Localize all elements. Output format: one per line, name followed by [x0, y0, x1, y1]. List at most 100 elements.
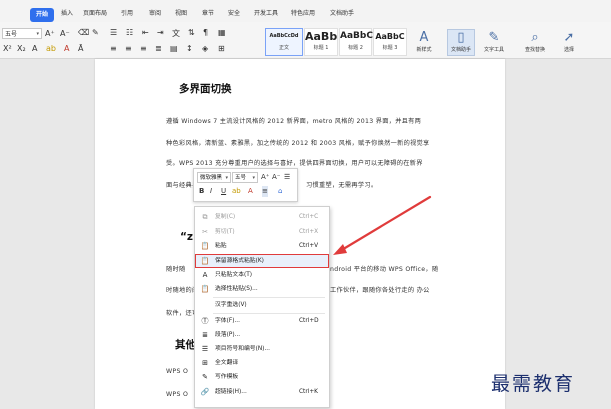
- align-right-icon[interactable]: ≡: [140, 44, 147, 53]
- tab-developer[interactable]: 开发工具: [254, 7, 278, 21]
- font-icon: Ⓣ: [201, 317, 209, 325]
- phonetic-icon[interactable]: ✎: [92, 28, 99, 37]
- justify-icon[interactable]: ≣: [155, 44, 162, 53]
- body-line: WPS O: [166, 391, 189, 398]
- menu-item-writing-template[interactable]: ✎ 写作模板: [195, 370, 329, 384]
- style-heading-3[interactable]: AaBbC 标题 3: [373, 28, 407, 56]
- ribbon-tabs: 开始 插入 页面布局 引用 审阅 视图 章节 安全 开发工具 特色应用 文档助手: [0, 0, 611, 22]
- paste-icon: 📋: [200, 242, 210, 250]
- body-line: 种色彩风格，清新蓝、素雅黑，加之传统的 2012 和 2003 风格，赋予你焕然…: [166, 140, 430, 147]
- number-list-icon[interactable]: ☷: [126, 28, 133, 37]
- style-heading-2[interactable]: AaBbC 标题 2: [339, 28, 373, 56]
- menu-item-reconvert[interactable]: 汉字重选(V): [195, 298, 329, 312]
- new-style-icon: A: [419, 30, 429, 45]
- table-icon[interactable]: ▦: [218, 28, 226, 37]
- bold-button[interactable]: B: [199, 186, 204, 197]
- font-color-icon[interactable]: A: [64, 44, 69, 53]
- floating-format-toolbar: 微软雅黑 ▾ 五号 ▾ A⁺ A⁻ ☰ B I U ab A ≡ ⌂: [193, 168, 298, 202]
- search-icon: ⌕: [531, 30, 539, 45]
- line-spacing-icon[interactable]: ↕: [186, 44, 193, 53]
- font-size-value: 五号: [5, 31, 18, 38]
- style-normal[interactable]: AaBbCcDd 正文: [265, 28, 303, 56]
- menu-item-paste[interactable]: 📋 粘贴 Ctrl+V: [195, 239, 329, 253]
- copy-icon: ⧉: [202, 213, 208, 221]
- tab-special-apps[interactable]: 特色应用: [291, 7, 315, 21]
- tab-review[interactable]: 审阅: [149, 7, 161, 21]
- show-marks-icon[interactable]: ¶: [203, 28, 208, 37]
- mini-font-select[interactable]: 微软雅黑 ▾: [197, 172, 231, 183]
- decrease-indent-icon[interactable]: ⇤: [142, 28, 149, 37]
- menu-item-translate[interactable]: ⊞ 全文翻译: [195, 356, 329, 370]
- select-button[interactable]: ➚ 选择: [556, 30, 582, 54]
- body-line: 受。WPS 2013 充分尊重用户的选择与喜好，提供四界面切换，用户可以无障碍的…: [166, 160, 423, 167]
- grow-font-button[interactable]: A⁺: [45, 29, 55, 38]
- clear-format-icon[interactable]: ⌫: [78, 28, 89, 37]
- watermark-logo: 最需教育: [491, 373, 576, 395]
- menu-item-paste-text-only[interactable]: A 只粘贴文本(T): [195, 268, 329, 282]
- format-painter-icon[interactable]: ⌂: [278, 186, 282, 197]
- cursor-icon: ➚: [563, 30, 575, 45]
- menu-item-cut[interactable]: ✂ 剪切(T) Ctrl+X: [195, 225, 329, 239]
- body-line: 工作伙伴，跟随你各处行走的 办公: [330, 287, 430, 294]
- subscript-icon[interactable]: X₂: [17, 44, 26, 53]
- italic-button[interactable]: I: [210, 186, 212, 197]
- menu-item-paste-special[interactable]: 📋 选择性粘贴(S)...: [195, 282, 329, 296]
- template-icon: ✎: [202, 373, 208, 381]
- highlight-button[interactable]: ab: [232, 186, 241, 197]
- sort-icon[interactable]: ⇅: [188, 28, 195, 37]
- ribbon-toolbar: 开始 插入 页面布局 引用 审阅 视图 章节 安全 开发工具 特色应用 文档助手…: [0, 0, 611, 59]
- align-left-icon[interactable]: ≡: [110, 44, 117, 53]
- menu-item-hyperlink[interactable]: 🔗 超链接(H)... Ctrl+K: [195, 385, 329, 399]
- translate-icon: ⊞: [202, 359, 208, 367]
- superscript-icon[interactable]: X²: [3, 44, 12, 53]
- paste-special-icon: 📋: [200, 285, 210, 293]
- tab-doc-assistant[interactable]: 文档助手: [330, 7, 354, 21]
- tab-page-layout[interactable]: 页面布局: [83, 7, 107, 21]
- heading-multi-interface: 多界面切换: [179, 83, 232, 95]
- paragraph-icon: ≣: [202, 331, 208, 339]
- text-tools-icon: ✎: [488, 30, 500, 45]
- menu-item-paste-keep-format[interactable]: 📋 保留源格式粘贴(K): [195, 254, 329, 268]
- chevron-down-icon: ▾: [252, 175, 255, 181]
- menu-item-bullets-numbering[interactable]: ☰ 项目符号和编号(N)...: [195, 342, 329, 356]
- tab-home[interactable]: 开始: [30, 8, 55, 22]
- menu-item-paragraph[interactable]: ≣ 段落(P)...: [195, 328, 329, 342]
- shading-icon[interactable]: ◈: [202, 44, 208, 53]
- text-effect-icon[interactable]: A: [32, 44, 37, 53]
- increase-indent-icon[interactable]: ⇥: [157, 28, 164, 37]
- style-heading-1[interactable]: AaBb 标题 1: [304, 28, 338, 56]
- highlight-color-icon[interactable]: ab: [46, 44, 56, 53]
- font-color-button[interactable]: A: [248, 186, 253, 197]
- body-line: 随时随: [166, 266, 186, 273]
- text-tools-button[interactable]: ✎ 文字工具: [479, 30, 509, 54]
- menu-item-font[interactable]: Ⓣ 字体(F)... Ctrl+D: [195, 314, 329, 328]
- tab-chapter[interactable]: 章节: [202, 7, 214, 21]
- tab-references[interactable]: 引用: [121, 7, 133, 21]
- underline-button[interactable]: U: [221, 186, 226, 197]
- align-center-icon[interactable]: ≡: [125, 44, 132, 53]
- body-line: WPS O: [166, 368, 189, 375]
- context-menu: ⧉ 复制(C) Ctrl+C ✂ 剪切(T) Ctrl+X 📋 粘贴 Ctrl+…: [194, 206, 330, 408]
- menu-item-copy[interactable]: ⧉ 复制(C) Ctrl+C: [195, 210, 329, 224]
- font-size-select[interactable]: 五号 ▾: [2, 28, 42, 39]
- tab-insert[interactable]: 插入: [61, 7, 73, 21]
- find-replace-button[interactable]: ⌕ 查找替换: [520, 30, 550, 54]
- mini-list-icon[interactable]: ☰: [284, 172, 290, 183]
- hyperlink-icon: 🔗: [200, 388, 210, 396]
- bullets-icon: ☰: [201, 345, 209, 353]
- distribute-icon[interactable]: ▤: [170, 44, 178, 53]
- bullet-list-icon[interactable]: ☰: [110, 28, 117, 37]
- mini-shrink-font-button[interactable]: A⁻: [272, 172, 280, 183]
- mini-size-select[interactable]: 五号 ▾: [232, 172, 258, 183]
- mini-grow-font-button[interactable]: A⁺: [261, 172, 269, 183]
- shrink-font-button[interactable]: A⁻: [60, 29, 70, 38]
- tab-view[interactable]: 视图: [175, 7, 187, 21]
- document-icon: ▯: [457, 30, 465, 45]
- new-style-button[interactable]: A 新样式: [411, 30, 437, 54]
- char-border-icon[interactable]: Ā: [78, 44, 83, 53]
- chinese-layout-icon[interactable]: 文: [172, 28, 180, 39]
- borders-icon[interactable]: ⊞: [218, 44, 225, 53]
- tab-security[interactable]: 安全: [228, 7, 240, 21]
- align-button[interactable]: ≡: [262, 186, 268, 197]
- doc-helper-button[interactable]: ▯ 文档助手: [447, 29, 475, 56]
